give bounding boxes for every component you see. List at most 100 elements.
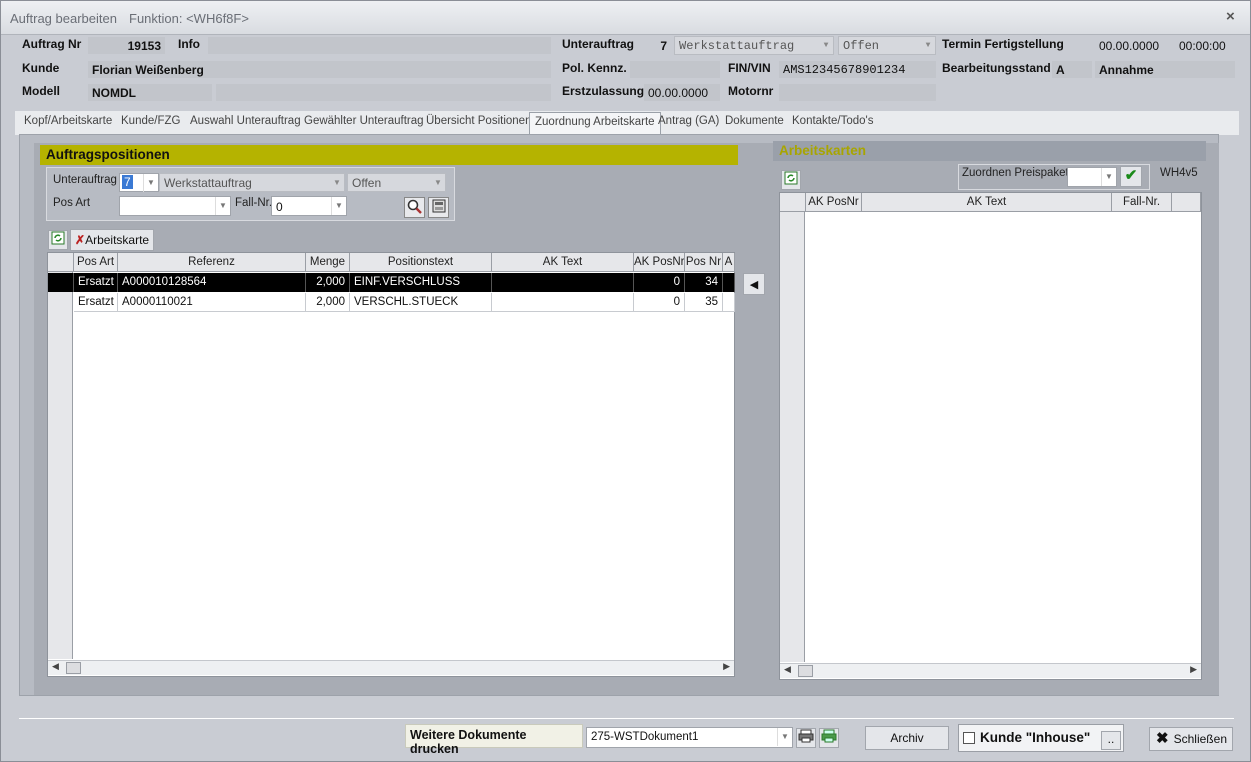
close-icon[interactable]: × [1226, 8, 1235, 25]
scroll-right-icon[interactable]: ▶ [723, 661, 730, 672]
unterauftrag-filter-select[interactable]: 7 ▼ [119, 173, 159, 192]
chevron-down-icon: ▼ [143, 174, 158, 192]
termin-date: 00.00.0000 [1099, 39, 1160, 53]
motornr-label: Motornr [728, 84, 774, 98]
kunde-field: Florian Weißenberg [88, 61, 551, 78]
tab-antrag-ga[interactable]: Antrag (GA) [658, 115, 719, 127]
chevron-down-icon: ▼ [777, 728, 792, 746]
tab-kunde-fzg[interactable]: Kunde/FZG [121, 115, 180, 127]
auftrag-nr-field: 19153 [88, 37, 165, 54]
type-filter-select[interactable]: Werkstattauftrag ▼ [159, 173, 345, 192]
cell-ak-posnr: 0 [634, 273, 685, 292]
inhouse-label: Kunde "Inhouse" [980, 730, 1091, 745]
preispaket-select[interactable]: ▼ [1067, 167, 1117, 187]
assign-left-button[interactable]: ◀ [743, 273, 765, 295]
tab-auswahl-unterauftrag[interactable]: Auswahl Unterauftrag [190, 115, 301, 127]
window-title: Auftrag bearbeiten [10, 11, 117, 26]
fin-label: FIN/VIN [728, 61, 771, 75]
tab-gewaehlter-unterauftrag[interactable]: Gewählter Unterauftrag [304, 115, 424, 127]
application-window: Auftrag bearbeiten Funktion: <WH6f8F> × … [0, 0, 1251, 762]
grid-row-header [48, 253, 73, 659]
footer-divider [19, 718, 1234, 719]
unterauftrag-label: Unterauftrag [562, 37, 635, 51]
col-positionstext[interactable]: Positionstext [350, 253, 492, 272]
unterauftrag-status-value: Offen [843, 39, 880, 53]
chevron-down-icon: ▼ [215, 197, 230, 215]
col-referenz[interactable]: Referenz [118, 253, 306, 272]
col-a[interactable]: A [723, 253, 735, 272]
fallnr-value: 0 [276, 200, 283, 214]
unterauftrag-type-select[interactable]: Werkstattauftrag ▼ [674, 36, 834, 55]
col-ak-text[interactable]: AK Text [492, 253, 634, 272]
grid-corner [48, 253, 74, 272]
type-filter-value: Werkstattauftrag [164, 176, 252, 190]
col-fall-nr[interactable]: Fall-Nr. [1112, 193, 1172, 212]
close-x-icon: ✖ [1156, 730, 1169, 747]
title-bar: Auftrag bearbeiten Funktion: <WH6f8F> × [1, 1, 1250, 35]
grid-row-header [780, 193, 805, 662]
col-extra [1172, 193, 1201, 212]
col-ak-posnr[interactable]: AK PosNr [806, 193, 862, 212]
termin-time: 00:00:00 [1179, 39, 1226, 53]
scroll-left-icon[interactable]: ◀ [52, 661, 59, 672]
col-ak-text[interactable]: AK Text [862, 193, 1112, 212]
horizontal-scrollbar[interactable]: ◀ ▶ [48, 660, 734, 675]
arbeitskarte-button-label: Arbeitskarte [85, 233, 150, 247]
col-posnr[interactable]: Pos Nr [685, 253, 723, 272]
scroll-right-icon[interactable]: ▶ [1190, 664, 1197, 675]
dokument-value: 275-WSTDokument1 [591, 731, 699, 743]
chevron-down-icon: ▼ [333, 178, 341, 187]
status-filter-select[interactable]: Offen ▼ [347, 173, 446, 192]
search-icon[interactable] [404, 197, 425, 218]
cell-referenz: A000010128564 [118, 273, 306, 292]
ok-check-icon[interactable]: ✔ [1120, 166, 1142, 187]
tab-zuordnung-arbeitskarte[interactable]: Zuordnung Arbeitskarte [529, 112, 661, 134]
modell-label: Modell [22, 84, 60, 98]
bearbeitungsstand-label: Bearbeitungsstand [942, 61, 1051, 75]
tab-uebersicht-positionen[interactable]: Übersicht Positionen [426, 115, 531, 127]
scroll-left-icon[interactable]: ◀ [784, 664, 791, 675]
print-icon[interactable] [796, 728, 816, 748]
code-label: WH4v5 [1160, 167, 1198, 179]
cell-positionstext: EINF.VERSCHLUSS [350, 273, 492, 292]
col-menge[interactable]: Menge [306, 253, 350, 272]
cell-menge: 2,000 [306, 293, 350, 312]
arbeitskarten-grid: AK PosNr AK Text Fall-Nr. ◀ ▶ [779, 192, 1202, 680]
row-indicator [48, 273, 74, 292]
more-button[interactable]: .. [1101, 731, 1121, 750]
cell-referenz: A0000110021 [118, 293, 306, 312]
fallnr-select[interactable]: 0 ▼ [271, 196, 347, 216]
cell-a [723, 273, 735, 292]
schliessen-button[interactable]: ✖ Schließen [1149, 727, 1233, 751]
tab-kopf-arbeitskarte[interactable]: Kopf/Arbeitskarte [24, 115, 112, 127]
cell-ak-text [492, 273, 634, 292]
tab-dokumente[interactable]: Dokumente [725, 115, 784, 127]
posart-select[interactable]: ▼ [119, 196, 231, 216]
print-preview-icon[interactable] [819, 728, 839, 748]
grid-corner [780, 193, 806, 212]
tab-kontakte-todos[interactable]: Kontakte/Todo's [792, 115, 873, 127]
refresh-button[interactable] [48, 230, 68, 250]
unterauftrag-status-select[interactable]: Offen ▼ [838, 36, 936, 55]
positions-grid: Pos Art Referenz Menge Positionstext AK … [47, 252, 735, 677]
archiv-button[interactable]: Archiv [865, 726, 949, 750]
refresh-icon [784, 171, 798, 185]
cell-menge: 2,000 [306, 273, 350, 292]
scroll-thumb[interactable] [798, 665, 813, 677]
arrow-left-icon: ◀ [749, 279, 759, 291]
scroll-thumb[interactable] [66, 662, 81, 674]
dokument-select[interactable]: 275-WSTDokument1 ▼ [586, 727, 793, 748]
horizontal-scrollbar[interactable]: ◀ ▶ [780, 663, 1201, 678]
bearbeitungsstand-code: A [1052, 61, 1092, 78]
col-posart[interactable]: Pos Art [74, 253, 118, 272]
col-ak-posnr[interactable]: AK PosNr [634, 253, 685, 272]
chevron-down-icon: ▼ [925, 41, 931, 50]
arbeitskarte-button[interactable]: ✗Arbeitskarte [70, 229, 154, 251]
cell-a [723, 293, 735, 312]
inhouse-checkbox[interactable] [963, 732, 975, 744]
refresh-button-right[interactable] [781, 170, 801, 190]
unterauftrag-filter-value: 7 [122, 175, 133, 189]
erstzulassung-label: Erstzulassung [562, 84, 645, 98]
pol-kennz-label: Pol. Kennz. [562, 61, 627, 75]
calculator-icon[interactable] [428, 197, 449, 218]
